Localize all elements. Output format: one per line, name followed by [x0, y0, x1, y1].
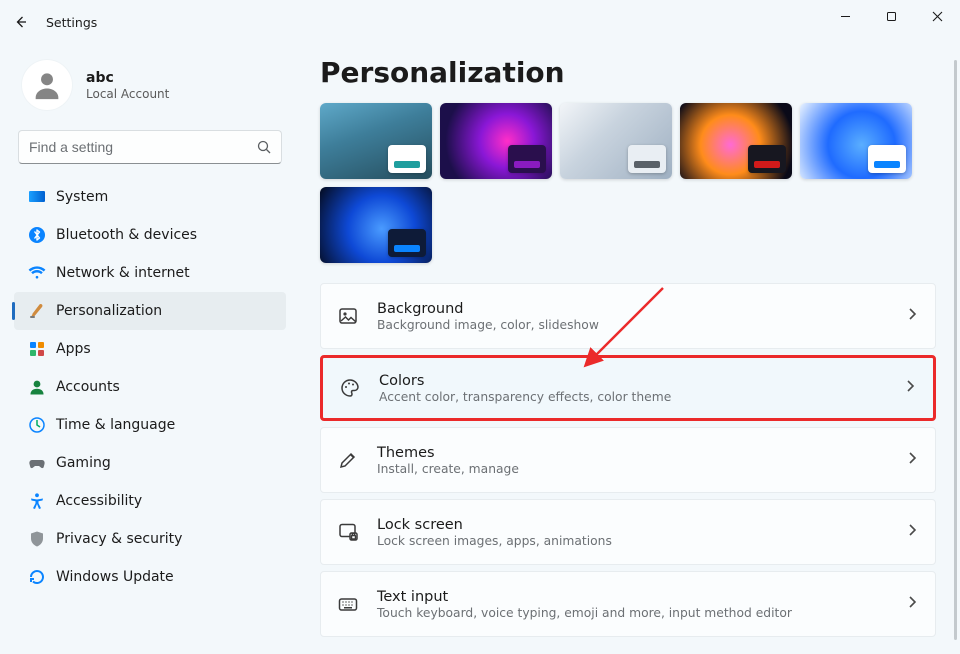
profile-subtitle: Local Account — [86, 87, 169, 101]
account-profile[interactable]: abc Local Account — [8, 54, 292, 124]
window-title: Settings — [46, 15, 97, 30]
gamepad-icon — [28, 454, 56, 472]
row-themes[interactable]: Themes Install, create, manage — [320, 427, 936, 493]
sidebar-item-bluetooth[interactable]: Bluetooth & devices — [14, 216, 286, 254]
row-colors[interactable]: Colors Accent color, transparency effect… — [320, 355, 936, 421]
row-background[interactable]: Background Background image, color, slid… — [320, 283, 936, 349]
sidebar-item-label: Network & internet — [56, 265, 272, 281]
sidebar-item-windows-update[interactable]: Windows Update — [14, 558, 286, 596]
sidebar-item-system[interactable]: System — [14, 178, 286, 216]
theme-thumbnail[interactable] — [320, 103, 432, 179]
sidebar-item-apps[interactable]: Apps — [14, 330, 286, 368]
content-pane: Personalization Background Backgroun — [310, 50, 946, 654]
person-icon — [28, 378, 56, 396]
theme-thumbnail[interactable] — [320, 187, 432, 263]
row-title: Lock screen — [377, 517, 905, 533]
row-title: Colors — [379, 373, 903, 389]
bluetooth-icon — [28, 226, 56, 244]
system-icon — [28, 188, 56, 206]
theme-thumbnail[interactable] — [560, 103, 672, 179]
chevron-right-icon — [905, 595, 919, 613]
sidebar: abc Local Account System Bluetooth & dev… — [0, 44, 300, 654]
sidebar-item-label: Apps — [56, 341, 272, 357]
sidebar-item-accessibility[interactable]: Accessibility — [14, 482, 286, 520]
sidebar-item-privacy[interactable]: Privacy & security — [14, 520, 286, 558]
nav-list: System Bluetooth & devices Network & int… — [8, 178, 292, 596]
window-controls — [822, 0, 960, 32]
settings-list: Background Background image, color, slid… — [320, 283, 936, 637]
scrollbar[interactable] — [954, 60, 957, 640]
theme-thumbnail[interactable] — [800, 103, 912, 179]
sidebar-item-label: Time & language — [56, 417, 272, 433]
update-icon — [28, 568, 56, 586]
row-desc: Lock screen images, apps, animations — [377, 534, 905, 548]
maximize-button[interactable] — [868, 0, 914, 32]
sidebar-item-time-language[interactable]: Time & language — [14, 406, 286, 444]
title-bar: Settings — [0, 0, 960, 44]
globe-clock-icon — [28, 416, 56, 434]
sidebar-item-label: Bluetooth & devices — [56, 227, 272, 243]
row-desc: Install, create, manage — [377, 462, 905, 476]
lock-screen-icon — [337, 521, 377, 543]
brush-icon — [28, 302, 56, 320]
profile-name: abc — [86, 70, 169, 86]
chevron-right-icon — [905, 451, 919, 469]
row-desc: Accent color, transparency effects, colo… — [379, 390, 903, 404]
row-lock-screen[interactable]: Lock screen Lock screen images, apps, an… — [320, 499, 936, 565]
sidebar-item-label: Privacy & security — [56, 531, 272, 547]
page-title: Personalization — [320, 56, 946, 89]
row-desc: Touch keyboard, voice typing, emoji and … — [377, 606, 905, 620]
avatar — [22, 60, 72, 110]
sidebar-item-label: Windows Update — [56, 569, 272, 585]
accessibility-icon — [28, 492, 56, 510]
search-icon — [247, 139, 281, 155]
row-title: Themes — [377, 445, 905, 461]
row-text-input[interactable]: Text input Touch keyboard, voice typing,… — [320, 571, 936, 637]
chevron-right-icon — [903, 379, 917, 397]
sidebar-item-personalization[interactable]: Personalization — [14, 292, 286, 330]
back-button[interactable] — [0, 0, 42, 44]
sidebar-item-label: Accessibility — [56, 493, 272, 509]
sidebar-item-label: Personalization — [56, 303, 272, 319]
pen-icon — [337, 449, 377, 471]
minimize-button[interactable] — [822, 0, 868, 32]
chevron-right-icon — [905, 307, 919, 325]
theme-picker — [320, 103, 946, 263]
apps-icon — [28, 340, 56, 358]
sidebar-item-label: Accounts — [56, 379, 272, 395]
sidebar-item-gaming[interactable]: Gaming — [14, 444, 286, 482]
theme-thumbnail[interactable] — [440, 103, 552, 179]
wifi-icon — [28, 264, 56, 282]
row-title: Background — [377, 301, 905, 317]
sidebar-item-network[interactable]: Network & internet — [14, 254, 286, 292]
sidebar-item-accounts[interactable]: Accounts — [14, 368, 286, 406]
row-desc: Background image, color, slideshow — [377, 318, 905, 332]
image-icon — [337, 305, 377, 327]
chevron-right-icon — [905, 523, 919, 541]
theme-thumbnail[interactable] — [680, 103, 792, 179]
sidebar-item-label: System — [56, 189, 272, 205]
search-input-container[interactable] — [18, 130, 282, 164]
shield-icon — [28, 530, 56, 548]
keyboard-icon — [337, 593, 377, 615]
row-title: Text input — [377, 589, 905, 605]
search-input[interactable] — [19, 139, 247, 155]
sidebar-item-label: Gaming — [56, 455, 272, 471]
palette-icon — [339, 377, 379, 399]
close-button[interactable] — [914, 0, 960, 32]
